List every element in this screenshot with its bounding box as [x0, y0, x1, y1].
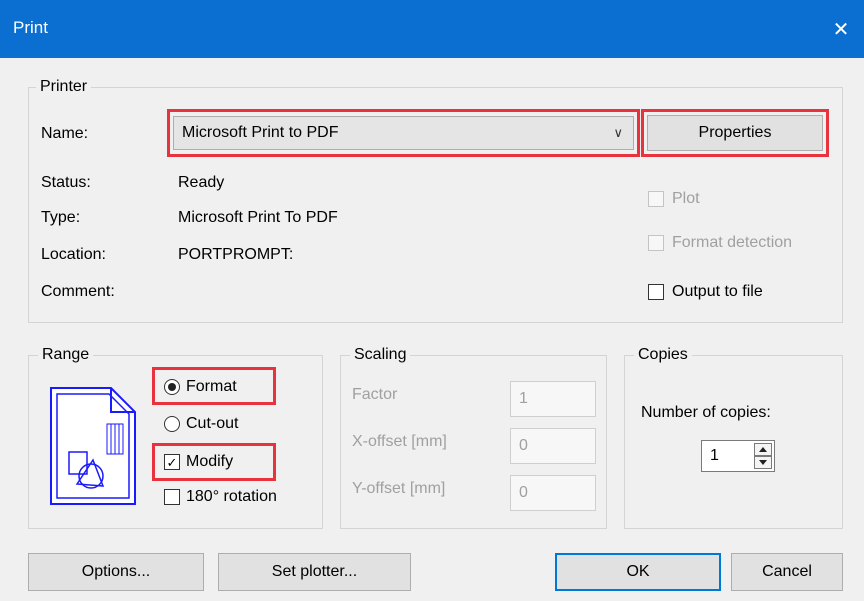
spinner-down-button[interactable] [754, 456, 772, 469]
copies-value: 1 [710, 447, 719, 464]
chevron-down-icon: ∨ [613, 125, 623, 140]
type-label: Type: [41, 209, 81, 226]
format-radio-row[interactable]: Format [164, 377, 237, 397]
spinner-up-icon [759, 447, 767, 452]
plot-checkbox[interactable] [648, 191, 664, 207]
printer-group-legend: Printer [36, 78, 92, 96]
format-detection-label: Format detection [672, 234, 793, 251]
properties-button[interactable]: Properties [647, 115, 823, 151]
cutout-radio-label: Cut-out [186, 415, 239, 432]
window-title: Print [13, 18, 48, 37]
plot-label: Plot [672, 190, 700, 207]
modify-checkbox-row[interactable]: ✓ Modify [164, 452, 233, 472]
rotation-checkbox[interactable] [164, 489, 180, 505]
page-format-preview-icon [50, 387, 136, 505]
format-radio-label: Format [186, 378, 237, 395]
close-button[interactable]: ✕ [818, 0, 864, 58]
number-of-copies-label: Number of copies: [641, 404, 771, 421]
printer-name-value: Microsoft Print to PDF [182, 124, 339, 141]
name-label: Name: [41, 125, 89, 142]
output-to-file-checkbox[interactable] [648, 284, 664, 300]
cutout-radio-row[interactable]: Cut-out [164, 414, 238, 434]
rotation-label: 180° rotation [186, 488, 277, 505]
xoffset-field[interactable]: 0 [510, 428, 596, 464]
set-plotter-button[interactable]: Set plotter... [218, 553, 411, 591]
options-button[interactable]: Options... [28, 553, 204, 591]
plot-checkbox-row[interactable]: Plot [648, 189, 700, 209]
ok-button[interactable]: OK [555, 553, 721, 591]
status-label: Status: [41, 174, 91, 191]
comment-label: Comment: [41, 283, 115, 300]
factor-field[interactable]: 1 [510, 381, 596, 417]
printer-name-combo[interactable]: Microsoft Print to PDF ∨ [173, 116, 634, 150]
output-to-file-label: Output to file [672, 283, 763, 300]
close-icon: ✕ [832, 18, 850, 41]
yoffset-value: 0 [519, 484, 528, 501]
cancel-button[interactable]: Cancel [731, 553, 843, 591]
copies-spinner[interactable]: 1 [701, 440, 775, 472]
rotation-checkbox-row[interactable]: 180° rotation [164, 487, 277, 507]
status-value: Ready [178, 174, 225, 191]
ok-button-label: OK [626, 563, 650, 580]
factor-value: 1 [519, 390, 528, 407]
yoffset-field[interactable]: 0 [510, 475, 596, 511]
type-value: Microsoft Print To PDF [178, 209, 338, 226]
modify-label: Modify [186, 453, 234, 470]
cancel-button-label: Cancel [762, 563, 812, 580]
cutout-radio[interactable] [164, 416, 180, 432]
modify-checkbox[interactable]: ✓ [164, 454, 180, 470]
copies-group-legend: Copies [634, 346, 692, 364]
yoffset-label: Y-offset [mm] [352, 480, 446, 497]
factor-label: Factor [352, 386, 398, 403]
options-button-label: Options... [81, 563, 151, 580]
xoffset-value: 0 [519, 437, 528, 454]
spinner-up-button[interactable] [754, 443, 772, 456]
format-radio-dot [168, 383, 176, 391]
xoffset-label: X-offset [mm] [352, 433, 447, 450]
format-detection-checkbox-row[interactable]: Format detection [648, 233, 792, 253]
output-to-file-checkbox-row[interactable]: Output to file [648, 282, 763, 302]
format-detection-checkbox[interactable] [648, 235, 664, 251]
title-bar: Print ✕ [0, 0, 864, 58]
format-radio[interactable] [164, 379, 180, 395]
properties-button-label: Properties [698, 124, 772, 141]
set-plotter-button-label: Set plotter... [271, 563, 358, 580]
spinner-down-icon [759, 460, 767, 465]
range-group-legend: Range [38, 346, 94, 364]
location-label: Location: [41, 246, 106, 263]
location-value: PORTPROMPT: [178, 246, 294, 263]
scaling-group-legend: Scaling [350, 346, 411, 364]
